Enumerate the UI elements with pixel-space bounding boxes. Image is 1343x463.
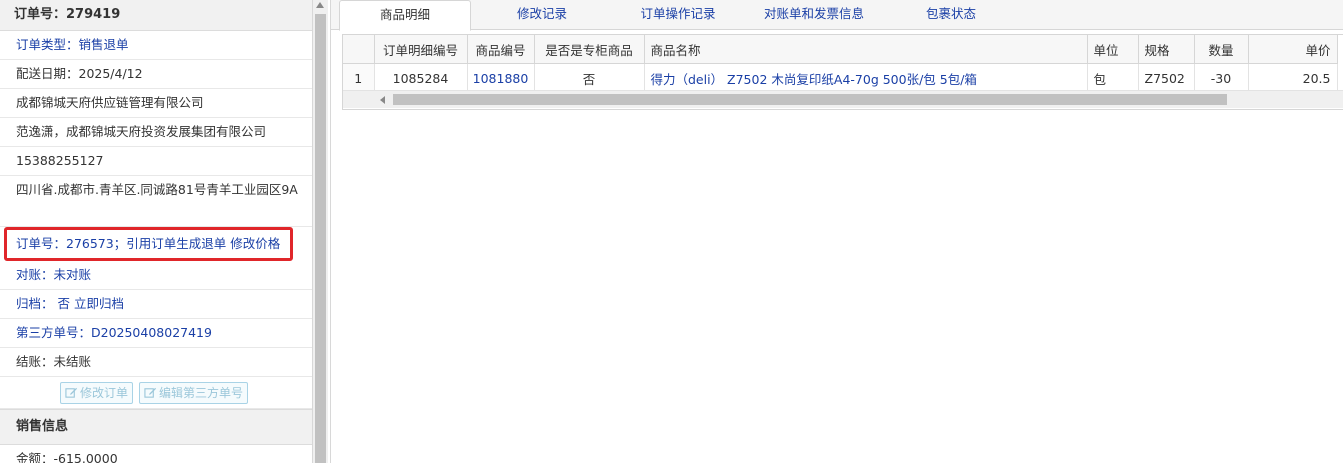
edit-order-button[interactable]: 修改订单: [60, 381, 134, 404]
cell-quantity: -30: [1194, 63, 1249, 94]
product-detail-table: 订单明细编号 商品编号 是否是专柜商品 商品名称 单位 规格 数量 单价 1 1…: [343, 35, 1338, 94]
tab-order-operation-log[interactable]: 订单操作记录: [613, 0, 743, 28]
col-header-detail-id[interactable]: 订单明细编号: [374, 35, 468, 64]
col-header-row-number: [343, 35, 375, 64]
contact-name: 范逸潇，成都锦城天府投资发展集团有限公司: [0, 118, 312, 147]
col-header-unit-price[interactable]: 单价: [1248, 35, 1338, 64]
scrollbar-thumb[interactable]: [315, 14, 326, 463]
delivery-date: 配送日期：2025/4/12: [0, 60, 312, 89]
reconcile-status: 对账：未对账: [0, 261, 312, 290]
cell-product-id-link[interactable]: 1081880: [467, 63, 535, 94]
edit-icon: [65, 387, 78, 398]
third-party-order-number: 第三方单号：D20250408027419: [0, 319, 312, 348]
col-header-product-name[interactable]: 商品名称: [644, 35, 1088, 64]
horizontal-scrollbar-thumb[interactable]: [393, 94, 1227, 105]
scroll-up-arrow-icon[interactable]: [316, 2, 324, 8]
table-row[interactable]: 1 1085284 1081880 否 得力（deli） Z7502 木尚复印纸…: [343, 63, 1338, 94]
order-number-title: 订单号：279419: [0, 0, 312, 31]
cell-spec: Z7502: [1138, 63, 1195, 94]
order-action-buttons: 修改订单 编辑第三方单号: [0, 377, 312, 409]
grid-horizontal-scrollbar[interactable]: [343, 90, 1343, 108]
scroll-left-arrow-icon[interactable]: [380, 96, 385, 104]
col-header-quantity[interactable]: 数量: [1194, 35, 1249, 64]
detail-tabs: 商品明细 修改记录 订单操作记录 对账单和发票信息 包裹状态: [331, 0, 1343, 31]
sales-amount: 金额：-615.0000: [0, 445, 312, 463]
settlement-status: 结账：未结账: [0, 348, 312, 377]
tab-package-status[interactable]: 包裹状态: [896, 0, 1006, 28]
archive-row: 归档： 否 立即归档: [0, 290, 312, 319]
tab-modification-log[interactable]: 修改记录: [483, 0, 601, 28]
cell-product-name-link[interactable]: 得力（deli） Z7502 木尚复印纸A4-70g 500张/包 5包/箱: [644, 63, 1088, 94]
row-number: 1: [343, 63, 375, 94]
delivery-address: 四川省.成都市.青羊区.同诚路81号青羊工业园区9A: [0, 176, 312, 227]
edit-order-label: 修改订单: [80, 386, 129, 400]
tab-product-details[interactable]: 商品明细: [339, 0, 471, 31]
col-header-spec[interactable]: 规格: [1138, 35, 1195, 64]
edit-third-party-number-button[interactable]: 编辑第三方单号: [139, 381, 249, 404]
table-header-row: 订单明细编号 商品编号 是否是专柜商品 商品名称 单位 规格 数量 单价: [343, 35, 1338, 64]
cell-unit-price: 20.5: [1248, 63, 1338, 94]
phone-number: 15388255127: [0, 147, 312, 176]
col-header-unit[interactable]: 单位: [1087, 35, 1139, 64]
cell-counter-item: 否: [534, 63, 645, 94]
order-info-panel: 订单号：279419 订单类型：销售退单 配送日期：2025/4/12 成都锦城…: [0, 0, 313, 463]
col-header-counter-item[interactable]: 是否是专柜商品: [534, 35, 645, 64]
order-type: 订单类型：销售退单: [0, 31, 312, 60]
referenced-order-text: 订单号：276573；引用订单生成退单: [16, 236, 227, 251]
product-detail-grid: 订单明细编号 商品编号 是否是专柜商品 商品名称 单位 规格 数量 单价 1 1…: [342, 34, 1343, 110]
company-name: 成都锦城天府供应链管理有限公司: [0, 89, 312, 118]
cell-detail-id: 1085284: [374, 63, 468, 94]
order-detail-panel: 商品明细 修改记录 订单操作记录 对账单和发票信息 包裹状态 订单明细编号 商品…: [331, 0, 1343, 463]
referenced-order-row: 订单号：276573；引用订单生成退单 修改价格: [4, 227, 293, 261]
sales-info-section: 销售信息: [0, 409, 312, 445]
left-panel-scrollbar[interactable]: [313, 0, 328, 463]
archive-status: 归档： 否: [16, 296, 70, 311]
tab-statement-invoice[interactable]: 对账单和发票信息: [749, 0, 879, 28]
edit-third-party-label: 编辑第三方单号: [159, 386, 244, 400]
edit-icon: [144, 387, 157, 398]
modify-price-link[interactable]: 修改价格: [230, 236, 280, 251]
cell-unit: 包: [1087, 63, 1139, 94]
archive-now-link[interactable]: 立即归档: [74, 296, 124, 311]
col-header-product-id[interactable]: 商品编号: [467, 35, 535, 64]
